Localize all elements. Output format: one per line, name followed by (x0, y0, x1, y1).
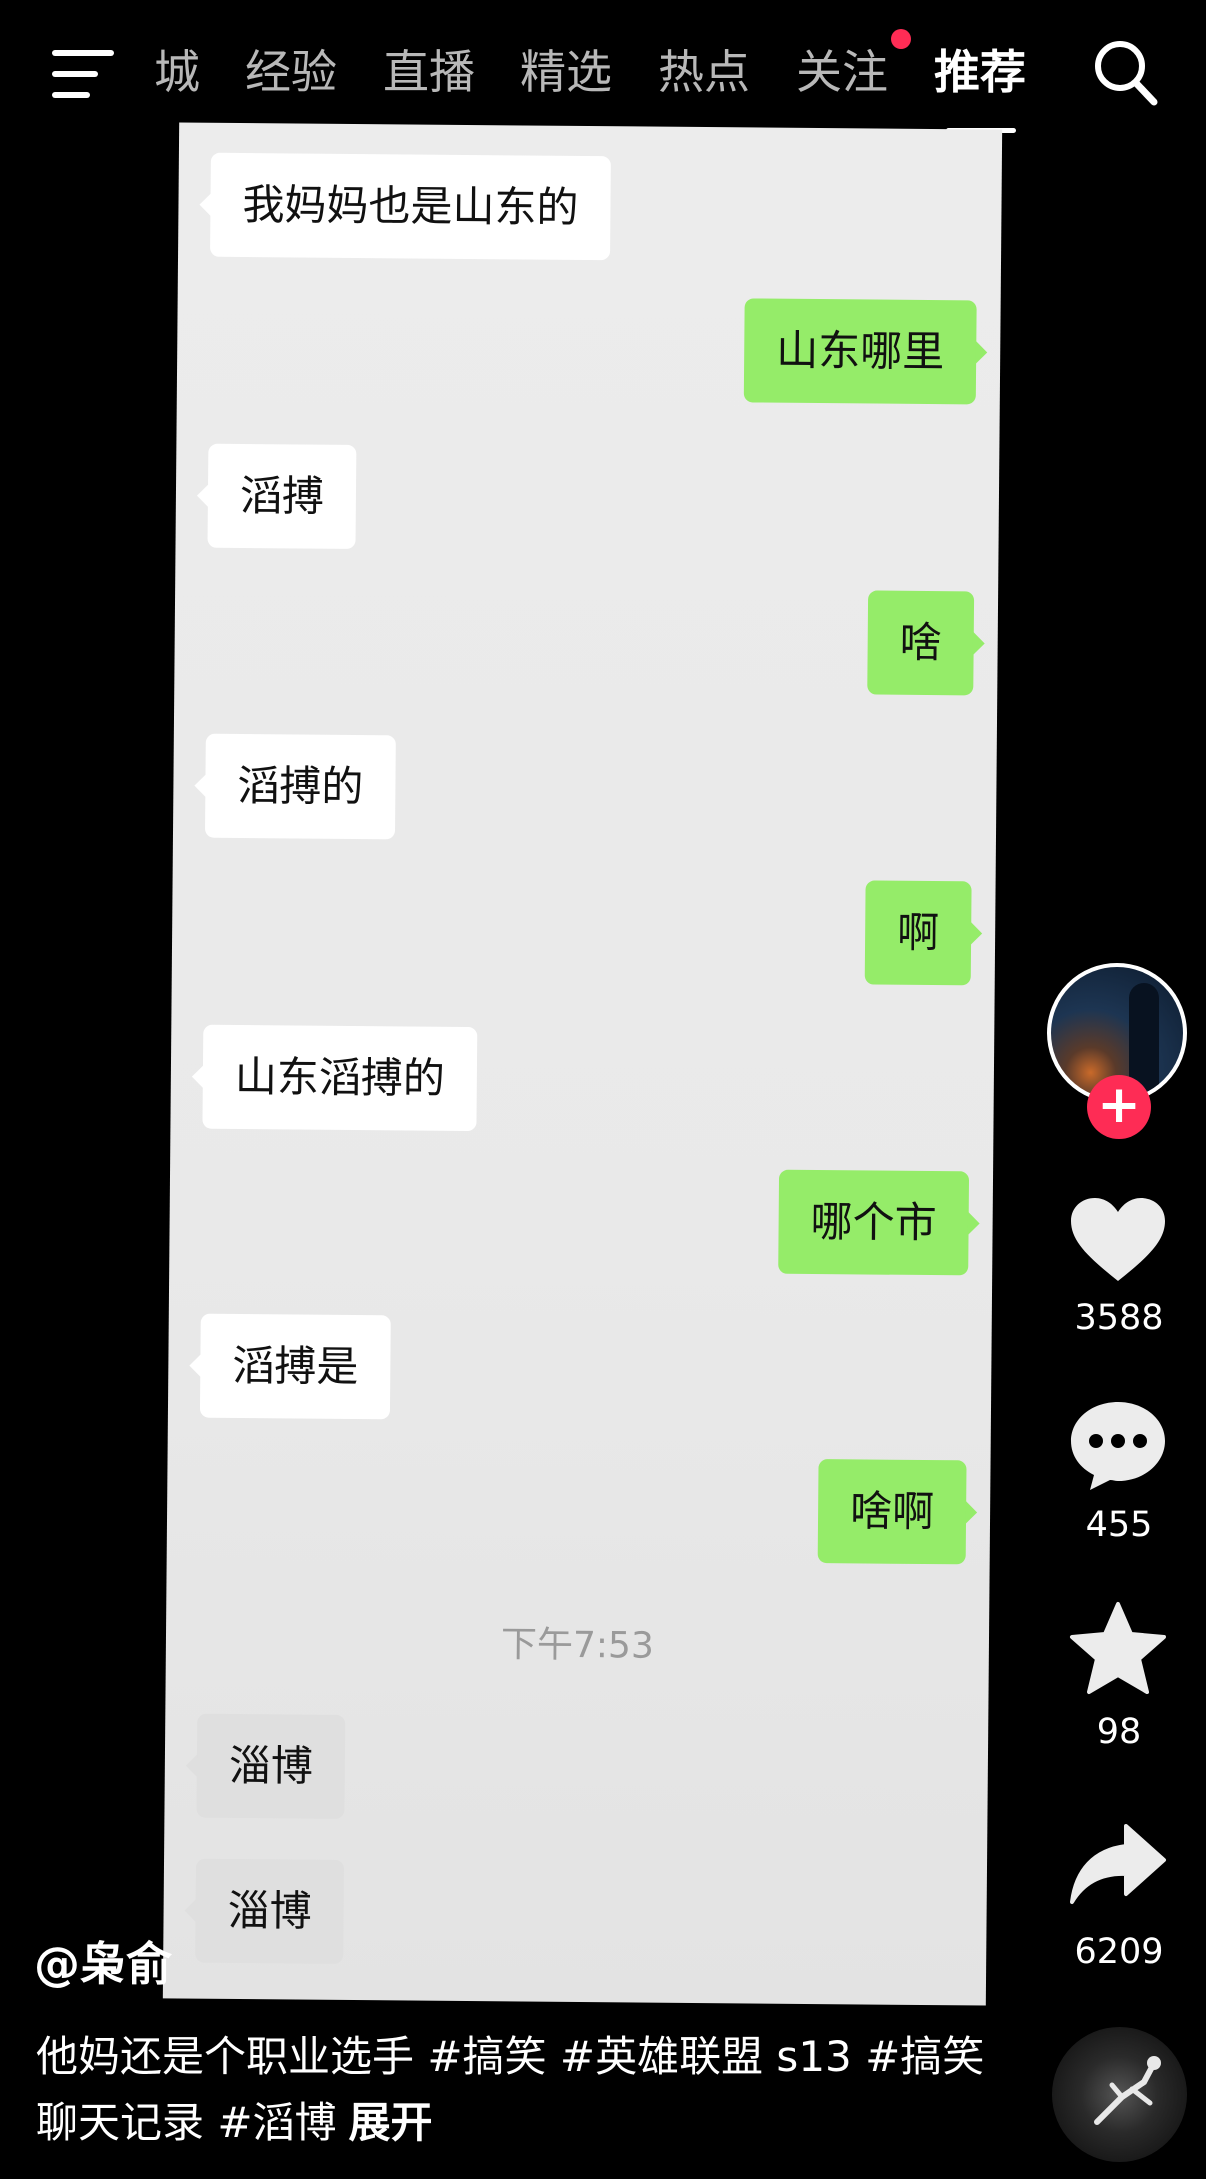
chat-message-incoming: 滔搏的 (204, 733, 396, 840)
tab-trending[interactable]: 热点 (658, 42, 750, 102)
chat-message-incoming: 滔搏是 (199, 1313, 391, 1420)
follow-button[interactable]: + (1087, 1075, 1151, 1139)
heart-icon[interactable] (1068, 1195, 1168, 1285)
music-disc[interactable] (1052, 2027, 1187, 2162)
chat-message-outgoing: 哪个市 (778, 1169, 970, 1276)
chat-message-incoming: 滔搏 (207, 443, 357, 549)
tab-following[interactable]: 关注 (796, 42, 888, 102)
chat-timestamp: 下午7:53 (500, 1624, 655, 1667)
chat-message-incoming: 山东滔搏的 (202, 1024, 478, 1132)
chat-message-outgoing: 啊 (864, 880, 972, 986)
chat-message-incoming: 我妈妈也是山东的 (210, 152, 611, 261)
comment-count: 455 (1085, 1505, 1153, 1545)
video-caption: 他妈还是个职业选手 #搞笑 #英雄联盟 s13 #搞笑聊天记录 #滔博 展开 (36, 2024, 1006, 2156)
notification-dot (891, 29, 911, 49)
tab-recommended[interactable]: 推荐 (934, 42, 1026, 102)
expand-caption-button[interactable]: 展开 (349, 2098, 433, 2147)
share-icon[interactable] (1068, 1822, 1168, 1906)
caption-text: 他妈还是个职业选手 #搞笑 #英雄联盟 s13 #搞笑聊天记录 #滔博 (36, 2032, 985, 2147)
star-icon[interactable] (1068, 1600, 1168, 1696)
tab-mall[interactable]: 城 (154, 42, 200, 102)
like-count: 3588 (1074, 1298, 1164, 1338)
chat-message-outgoing: 山东哪里 (743, 298, 977, 405)
chat-message-incoming: 淄博 (195, 1858, 345, 1964)
search-icon[interactable] (1092, 38, 1158, 108)
chat-message-outgoing: 啥啊 (817, 1459, 967, 1565)
tab-live[interactable]: 直播 (383, 42, 475, 102)
tab-featured[interactable]: 精选 (520, 42, 612, 102)
favorite-count: 98 (1096, 1712, 1142, 1752)
tab-experience[interactable]: 经验 (245, 42, 337, 102)
comment-icon[interactable] (1068, 1398, 1168, 1492)
chat-message-outgoing: 啥 (867, 590, 975, 696)
chat-screenshot: 我妈妈也是山东的 山东哪里 滔搏 啥 滔搏的 啊 山东滔搏的 哪个市 滔搏是 啥… (162, 122, 1003, 2006)
menu-icon[interactable] (52, 50, 114, 98)
music-disc-artwork (1094, 2056, 1161, 2125)
author-name[interactable]: @枭俞 (34, 1928, 172, 1994)
chat-message-incoming: 淄博 (196, 1713, 346, 1819)
share-count: 6209 (1074, 1932, 1164, 1972)
